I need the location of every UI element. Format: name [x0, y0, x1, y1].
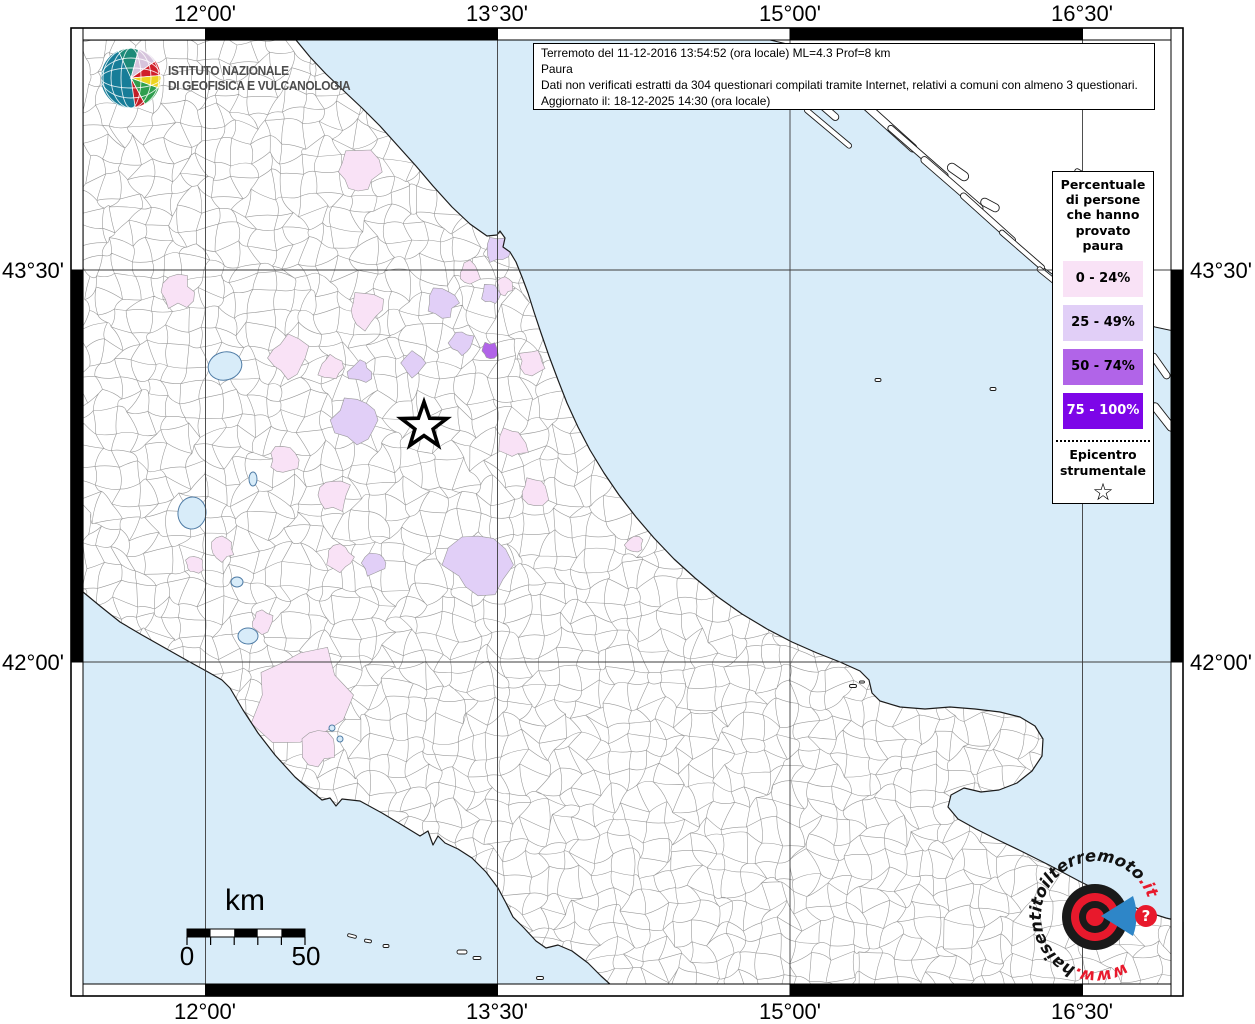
- map-canvas: ?www.haisentitoilterremoto.it: [70, 27, 1184, 997]
- legend-epicenter-label: Epicentro strumentale: [1059, 447, 1147, 478]
- axis-label-top-3: 15°00': [759, 1, 821, 26]
- axis-label-bottom-2: 13°30': [466, 999, 528, 1024]
- island: [456, 949, 468, 955]
- legend-class-3-swatch: 75 - 100%: [1063, 393, 1143, 430]
- legend-epicenter-star-icon: ☆: [1092, 478, 1114, 507]
- axis-label-bottom-4: 16°30': [1051, 999, 1113, 1024]
- axis-label-right-2: 42°00': [1190, 650, 1252, 675]
- island: [382, 944, 390, 948]
- axis-label-left-1: 43°30': [2, 258, 64, 283]
- event-info-line3: Dati non verificati estratti da 304 ques…: [541, 77, 1138, 92]
- legend-class-0-swatch: 0 - 24%: [1063, 261, 1143, 298]
- legend-title: Percentuale di persone che hanno provato…: [1060, 177, 1146, 253]
- ingv-logo-line1: ISTITUTO NAZIONALE: [168, 63, 289, 78]
- axis-label-right-1: 43°30': [1190, 258, 1252, 283]
- scalebar-start-label: 0: [179, 941, 195, 971]
- island: [536, 976, 544, 980]
- lake: [237, 627, 259, 645]
- legend-class-2-swatch: 50 - 74%: [1063, 349, 1143, 386]
- legend-class-1-swatch: 25 - 49%: [1063, 305, 1143, 342]
- island: [849, 684, 857, 688]
- island: [859, 680, 865, 684]
- ingv-globe-icon: [101, 47, 162, 109]
- island: [364, 938, 372, 944]
- lake: [336, 735, 344, 743]
- axis-label-top-1: 12°00': [174, 1, 236, 26]
- axis-label-bottom-3: 15°00': [759, 999, 821, 1024]
- legend: Percentuale di persone che hanno provato…: [1052, 171, 1154, 507]
- event-info-line1: Terremoto del 11-12-2016 13:54:52 (ora l…: [541, 46, 891, 60]
- lake: [248, 471, 258, 487]
- ingv-logo-text: ISTITUTO NAZIONALE DI GEOFISICA E VULCAN…: [168, 63, 351, 93]
- ingv-logo-line2: DI GEOFISICA E VULCANOLOGIA: [168, 78, 351, 93]
- event-info-line2: Paura: [541, 61, 573, 76]
- event-info-box: Terremoto del 11-12-2016 13:54:52 (ora l…: [533, 43, 1155, 110]
- svg-text:?: ?: [1142, 907, 1151, 925]
- scalebar-end-label: 50: [291, 941, 321, 971]
- event-info-line4: Aggiornato il: 18-12-2025 14:30 (ora loc…: [541, 93, 771, 108]
- lake: [328, 724, 336, 732]
- axis-label-bottom-1: 12°00': [174, 999, 236, 1024]
- axis-label-top-4: 16°30': [1051, 1, 1113, 26]
- axis-label-top-2: 13°30': [466, 1, 528, 26]
- scalebar-unit-label: km: [225, 884, 265, 917]
- axis-label-left-2: 42°00': [2, 650, 64, 675]
- felt-map-page: ? www.haisentitoilterremoto.it 12°00' 13°…: [0, 0, 1255, 1024]
- lake: [230, 576, 244, 588]
- island: [472, 956, 482, 960]
- island: [874, 378, 882, 382]
- island: [989, 387, 997, 391]
